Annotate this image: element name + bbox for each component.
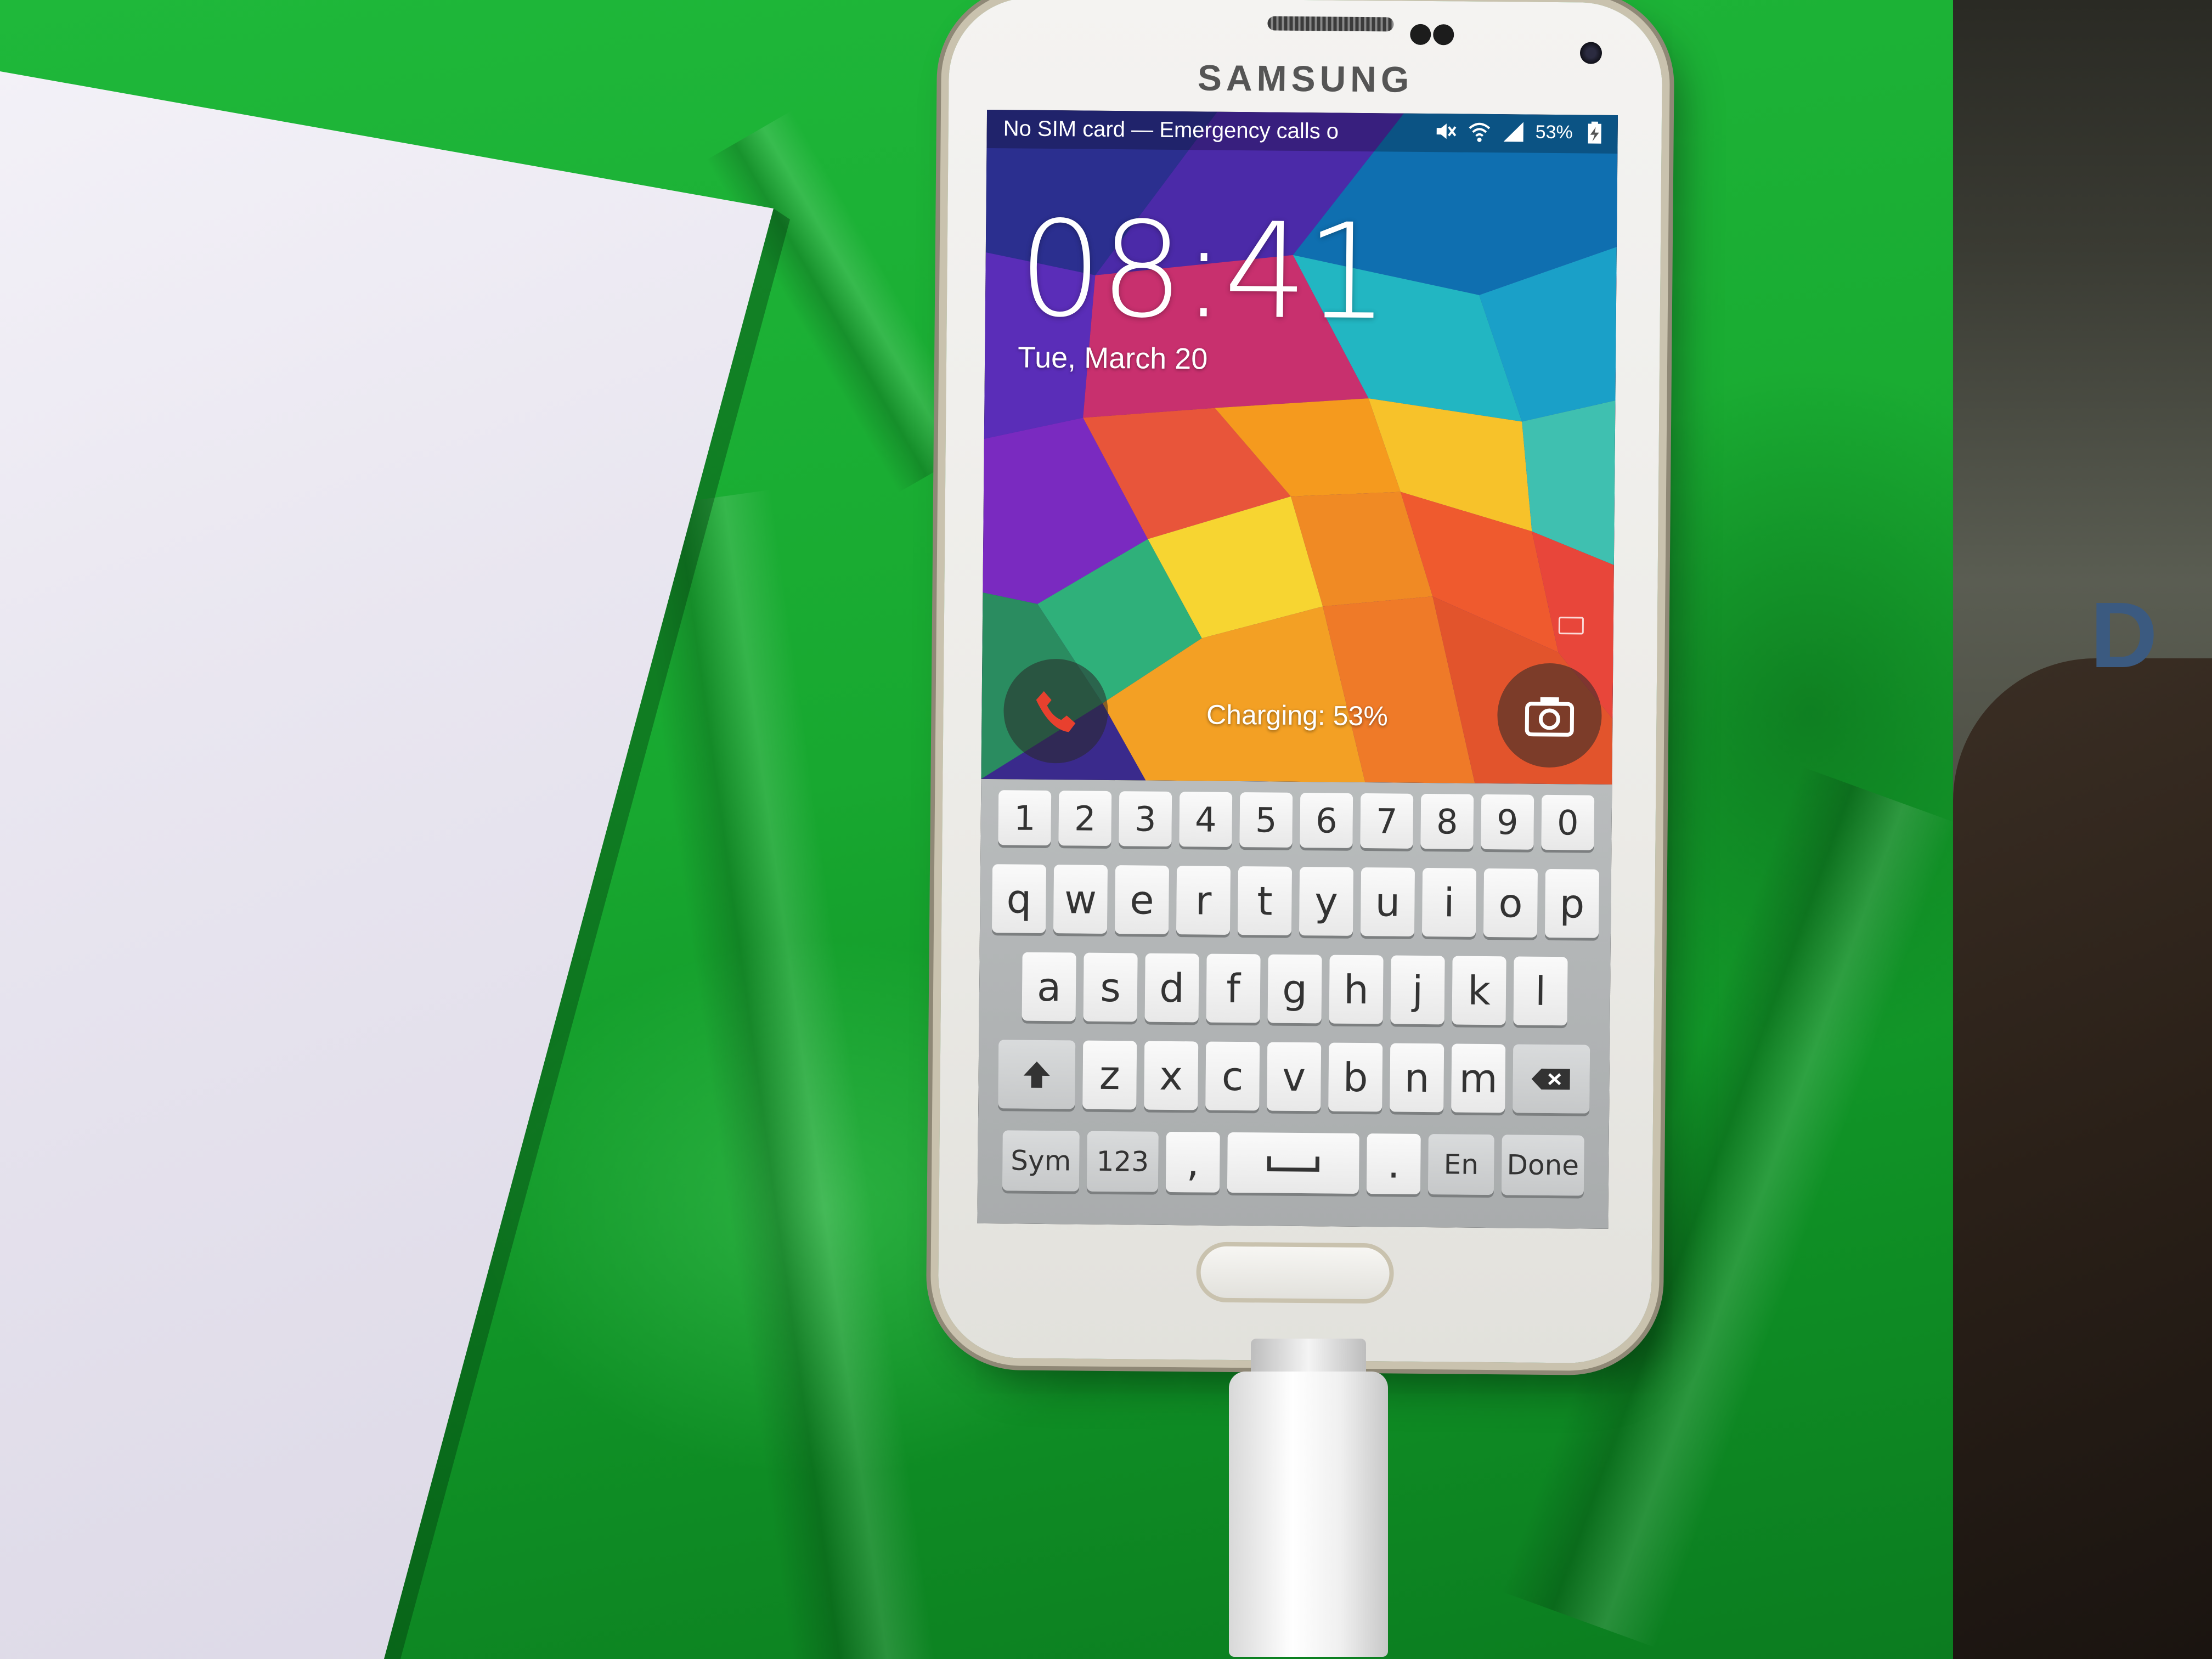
proximity-sensor bbox=[1433, 24, 1454, 46]
key-g[interactable]: g bbox=[1267, 954, 1322, 1024]
spacebar-icon bbox=[1267, 1156, 1319, 1172]
camera-shortcut[interactable] bbox=[1497, 663, 1602, 768]
key-o[interactable]: o bbox=[1483, 868, 1538, 938]
keyboard-row-qwerty: q w e r t y u i o p bbox=[980, 864, 1611, 938]
on-screen-keyboard: 1 2 3 4 5 6 7 8 9 0 q w e r t y u i o p … bbox=[977, 778, 1612, 1229]
lock-screen-date: Tue, March 20 bbox=[1017, 341, 1208, 376]
backspace-icon bbox=[1531, 1068, 1570, 1090]
printed-letter: D bbox=[2090, 583, 2158, 687]
backspace-key[interactable] bbox=[1513, 1044, 1590, 1114]
usb-plug-housing bbox=[1229, 1372, 1388, 1657]
key-p[interactable]: p bbox=[1544, 868, 1600, 938]
dark-fabric-background: D bbox=[1953, 0, 2212, 1659]
home-button[interactable] bbox=[1196, 1242, 1395, 1304]
keyboard-row-zxcv: z x c v b n m bbox=[978, 1040, 1610, 1114]
battery-percent: 53% bbox=[1535, 121, 1573, 143]
numbers-key[interactable]: 123 bbox=[1086, 1131, 1159, 1192]
key-t[interactable]: t bbox=[1237, 866, 1293, 935]
key-y[interactable]: y bbox=[1299, 867, 1354, 936]
key-z[interactable]: z bbox=[1082, 1040, 1137, 1110]
charging-status: Charging: 53% bbox=[1206, 699, 1389, 732]
key-6[interactable]: 6 bbox=[1300, 793, 1353, 848]
key-3[interactable]: 3 bbox=[1119, 791, 1172, 847]
key-8[interactable]: 8 bbox=[1420, 793, 1474, 849]
key-v[interactable]: v bbox=[1267, 1042, 1322, 1111]
phone-icon bbox=[1036, 691, 1076, 732]
key-k[interactable]: k bbox=[1452, 956, 1506, 1025]
signal-icon bbox=[1503, 122, 1523, 142]
brand-logo: SAMSUNG bbox=[1197, 57, 1414, 100]
fabric-fold bbox=[630, 489, 939, 1659]
comma-key[interactable]: , bbox=[1165, 1131, 1220, 1193]
key-0[interactable]: 0 bbox=[1541, 794, 1595, 850]
space-key[interactable] bbox=[1227, 1132, 1359, 1194]
brown-cloth bbox=[1953, 658, 2212, 1659]
key-b[interactable]: b bbox=[1328, 1042, 1383, 1112]
shift-key[interactable] bbox=[998, 1040, 1076, 1109]
key-d[interactable]: d bbox=[1144, 953, 1199, 1023]
camera-icon bbox=[1525, 697, 1575, 737]
smartphone: SAMSUNG No SIM card — Emergency calls o … bbox=[938, 0, 1663, 1364]
key-1[interactable]: 1 bbox=[998, 790, 1052, 846]
white-paper-sheet bbox=[0, 0, 774, 1659]
earpiece-speaker bbox=[1267, 16, 1394, 32]
key-f[interactable]: f bbox=[1206, 953, 1261, 1023]
key-e[interactable]: e bbox=[1114, 865, 1170, 934]
period-key[interactable]: . bbox=[1366, 1133, 1421, 1194]
done-key[interactable]: Done bbox=[1501, 1135, 1584, 1196]
carrier-status-text: No SIM card — Emergency calls o bbox=[1003, 116, 1339, 144]
shift-arrow-icon bbox=[1023, 1061, 1050, 1088]
key-a[interactable]: a bbox=[1022, 952, 1076, 1022]
status-icons: 53% bbox=[1433, 119, 1606, 145]
lock-screen-clock: 08:41 bbox=[1018, 192, 1388, 349]
key-n[interactable]: n bbox=[1390, 1043, 1444, 1113]
key-m[interactable]: m bbox=[1451, 1043, 1506, 1113]
wifi-icon bbox=[1469, 122, 1491, 142]
key-9[interactable]: 9 bbox=[1481, 794, 1534, 850]
key-c[interactable]: c bbox=[1205, 1041, 1260, 1111]
key-l[interactable]: l bbox=[1513, 956, 1568, 1026]
key-2[interactable]: 2 bbox=[1058, 791, 1112, 847]
keyboard-row-asdf: a s d f g h j k l bbox=[979, 952, 1611, 1026]
key-u[interactable]: u bbox=[1360, 867, 1415, 936]
key-x[interactable]: x bbox=[1144, 1041, 1199, 1110]
key-q[interactable]: q bbox=[991, 864, 1047, 933]
key-7[interactable]: 7 bbox=[1360, 793, 1414, 849]
key-5[interactable]: 5 bbox=[1239, 792, 1293, 848]
battery-charging-icon bbox=[1588, 121, 1601, 144]
key-i[interactable]: i bbox=[1421, 867, 1477, 937]
proximity-sensor bbox=[1410, 24, 1431, 46]
status-bar: No SIM card — Emergency calls o 53% bbox=[986, 109, 1618, 154]
keyboard-indicator-icon bbox=[1558, 617, 1584, 635]
sym-key[interactable]: Sym bbox=[1002, 1130, 1080, 1192]
mute-icon bbox=[1436, 123, 1457, 139]
key-s[interactable]: s bbox=[1083, 952, 1138, 1022]
usb-charging-cable bbox=[1229, 1339, 1388, 1659]
language-key[interactable]: En bbox=[1427, 1134, 1494, 1195]
key-w[interactable]: w bbox=[1053, 865, 1108, 934]
keyboard-number-row: 1 2 3 4 5 6 7 8 9 0 bbox=[980, 790, 1612, 850]
key-h[interactable]: h bbox=[1329, 955, 1384, 1024]
photo-scene: D SAMSUNG No SIM card — Emergency calls … bbox=[0, 0, 2212, 1659]
phone-shortcut[interactable] bbox=[1003, 658, 1109, 764]
phone-screen: No SIM card — Emergency calls o 53% 08:4… bbox=[977, 109, 1618, 1229]
key-j[interactable]: j bbox=[1390, 955, 1445, 1025]
key-r[interactable]: r bbox=[1176, 866, 1231, 935]
key-4[interactable]: 4 bbox=[1179, 792, 1233, 847]
keyboard-bottom-row: Sym 123 , . En Done bbox=[978, 1130, 1609, 1196]
